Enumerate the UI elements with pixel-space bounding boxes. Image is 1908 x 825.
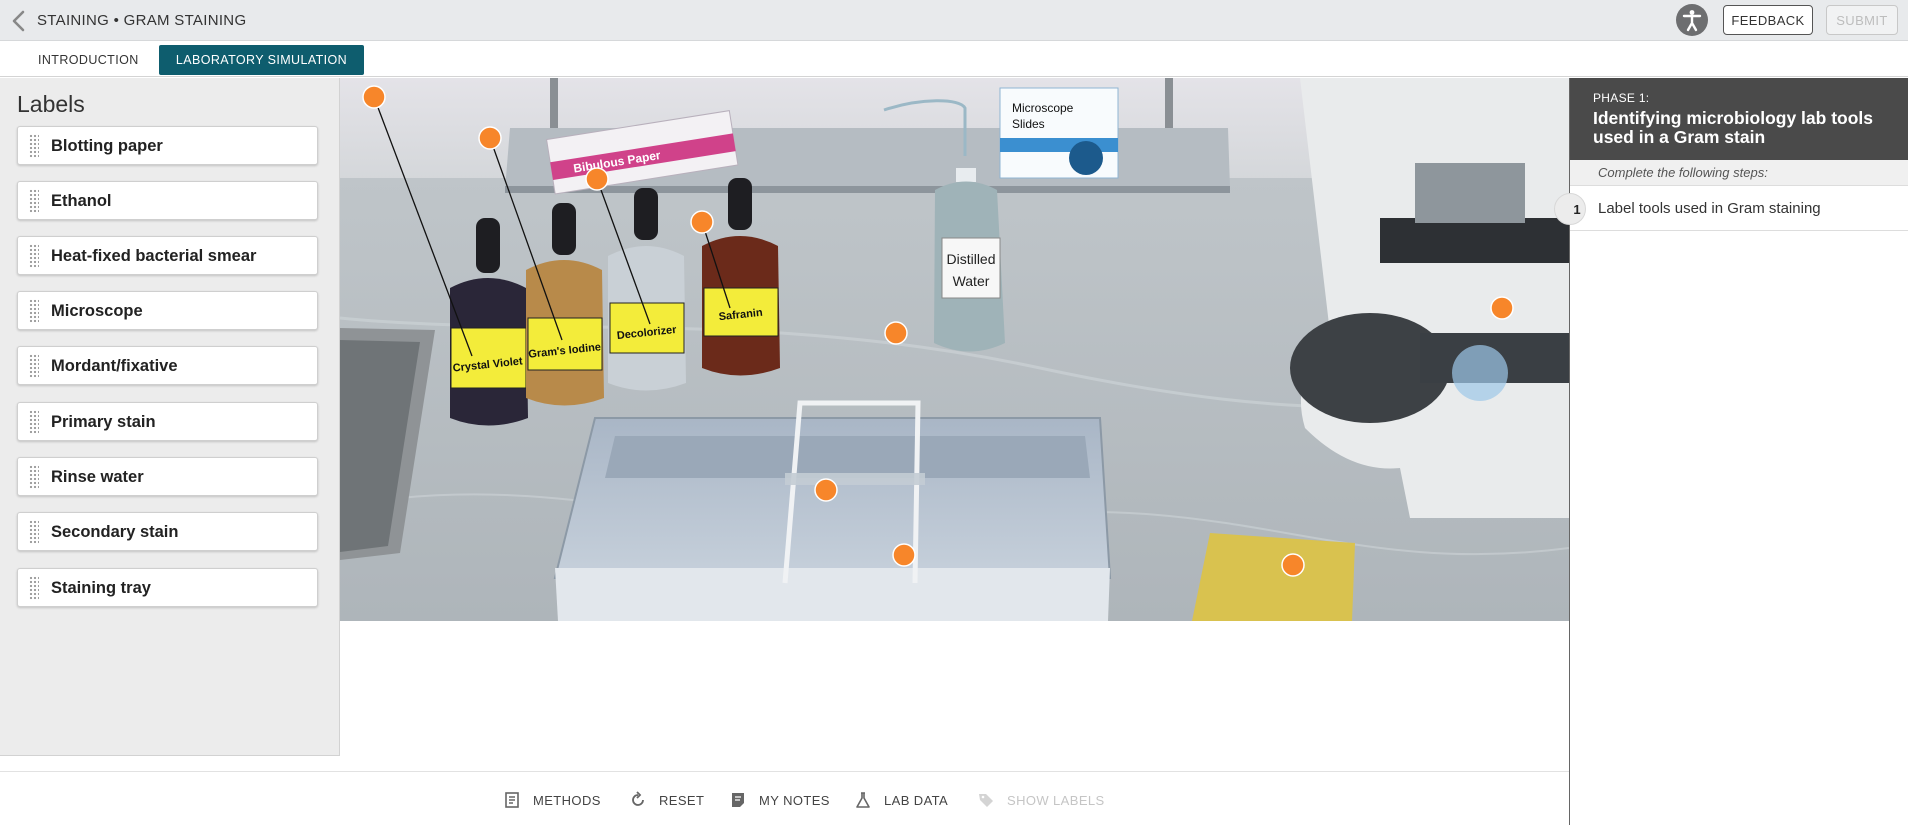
drag-handle-icon[interactable]: [29, 134, 39, 158]
label-card-ethanol[interactable]: Ethanol: [17, 181, 318, 220]
labels-title: Labels: [17, 91, 85, 117]
drag-handle-icon[interactable]: [29, 354, 39, 378]
step-number-badge: 1: [1554, 193, 1586, 225]
label-card-secondary-stain[interactable]: Secondary stain: [17, 512, 318, 551]
drag-handle-icon[interactable]: [29, 410, 39, 434]
label-text: Heat-fixed bacterial smear: [51, 247, 257, 265]
label-card-staining-tray[interactable]: Staining tray: [17, 568, 318, 607]
hotspot-microscope[interactable]: [1490, 296, 1514, 320]
drag-handle-icon[interactable]: [29, 576, 39, 600]
show-labels-button[interactable]: SHOW LABELS: [977, 788, 1105, 812]
phase-label: PHASE 1:: [1593, 91, 1650, 105]
label-text: Blotting paper: [51, 137, 163, 155]
drag-handle-icon[interactable]: [29, 299, 39, 323]
tab-introduction[interactable]: INTRODUCTION: [22, 45, 155, 75]
label-text: Ethanol: [51, 192, 112, 210]
label-card-primary-stain[interactable]: Primary stain: [17, 402, 318, 441]
phase-header: PHASE 1: Identifying microbiology lab to…: [1570, 78, 1908, 160]
flask-icon: [854, 791, 872, 809]
feedback-button[interactable]: FEEDBACK: [1723, 5, 1813, 35]
lab-data-button[interactable]: LAB DATA: [854, 788, 948, 812]
hotspot-bacterial-smear[interactable]: [814, 478, 838, 502]
methods-button[interactable]: METHODS: [503, 788, 601, 812]
top-bar: STAINING • GRAM STAINING FEEDBACK SUBMIT: [0, 0, 1908, 41]
hotspot-blotting-paper[interactable]: [1281, 553, 1305, 577]
methods-label: METHODS: [533, 792, 601, 808]
step-item[interactable]: 1 Label tools used in Gram staining: [1554, 186, 1908, 231]
hotspot-staining-tray[interactable]: [892, 543, 916, 567]
notes-icon: [729, 791, 747, 809]
reset-button[interactable]: RESET: [629, 788, 704, 812]
show-labels-label: SHOW LABELS: [1007, 792, 1105, 808]
tag-icon: [977, 791, 995, 809]
phase-panel: PHASE 1: Identifying microbiology lab to…: [1554, 78, 1908, 825]
my-notes-button[interactable]: MY NOTES: [729, 788, 830, 812]
label-card-blotting-paper[interactable]: Blotting paper: [17, 126, 318, 165]
hotspot-crystal-violet[interactable]: [362, 85, 386, 109]
hotspot-safranin[interactable]: [690, 210, 714, 234]
label-text: Microscope: [51, 302, 143, 320]
my-notes-label: MY NOTES: [759, 792, 830, 808]
methods-icon: [503, 791, 521, 809]
drag-handle-icon[interactable]: [29, 189, 39, 213]
label-card-mordant-fixative[interactable]: Mordant/fixative: [17, 346, 318, 385]
drag-handle-icon[interactable]: [29, 244, 39, 268]
tab-bar: INTRODUCTION LABORATORY SIMULATION: [0, 41, 1908, 77]
accessibility-icon[interactable]: [1676, 4, 1708, 36]
reset-label: RESET: [659, 792, 705, 808]
bottom-toolbar: METHODS RESET MY NOTES LAB DATA SHOW LAB…: [0, 771, 1569, 825]
labels-panel: Labels Blotting paper Ethanol Heat-fixed…: [0, 78, 340, 756]
label-card-rinse-water[interactable]: Rinse water: [17, 457, 318, 496]
label-text: Primary stain: [51, 413, 156, 431]
drag-handle-icon[interactable]: [29, 520, 39, 544]
hotspot-grams-iodine[interactable]: [478, 126, 502, 150]
label-text: Mordant/fixative: [51, 357, 178, 375]
label-text: Secondary stain: [51, 523, 179, 541]
label-text: Rinse water: [51, 468, 144, 486]
phase-title: Identifying microbiology lab tools used …: [1593, 108, 1874, 147]
hotspot-layer: [362, 85, 1514, 577]
back-arrow-icon[interactable]: [8, 9, 32, 33]
submit-button[interactable]: SUBMIT: [1826, 5, 1898, 35]
step-text: Label tools used in Gram staining: [1598, 200, 1821, 217]
steps-intro: Complete the following steps:: [1570, 160, 1908, 186]
tab-laboratory-simulation[interactable]: LABORATORY SIMULATION: [159, 45, 364, 75]
label-text: Staining tray: [51, 579, 151, 597]
lab-scene: Bibulous Paper Microscope Slides Distill…: [340, 78, 1569, 621]
lab-data-label: LAB DATA: [884, 792, 949, 808]
reset-icon: [629, 791, 647, 809]
label-card-heat-fixed-bacterial-smear[interactable]: Heat-fixed bacterial smear: [17, 236, 318, 275]
hotspot-decolorizer[interactable]: [585, 167, 609, 191]
drag-handle-icon[interactable]: [29, 465, 39, 489]
hotspot-distilled-water[interactable]: [884, 321, 908, 345]
label-card-microscope[interactable]: Microscope: [17, 291, 318, 330]
breadcrumb: STAINING • GRAM STAINING: [37, 12, 247, 29]
